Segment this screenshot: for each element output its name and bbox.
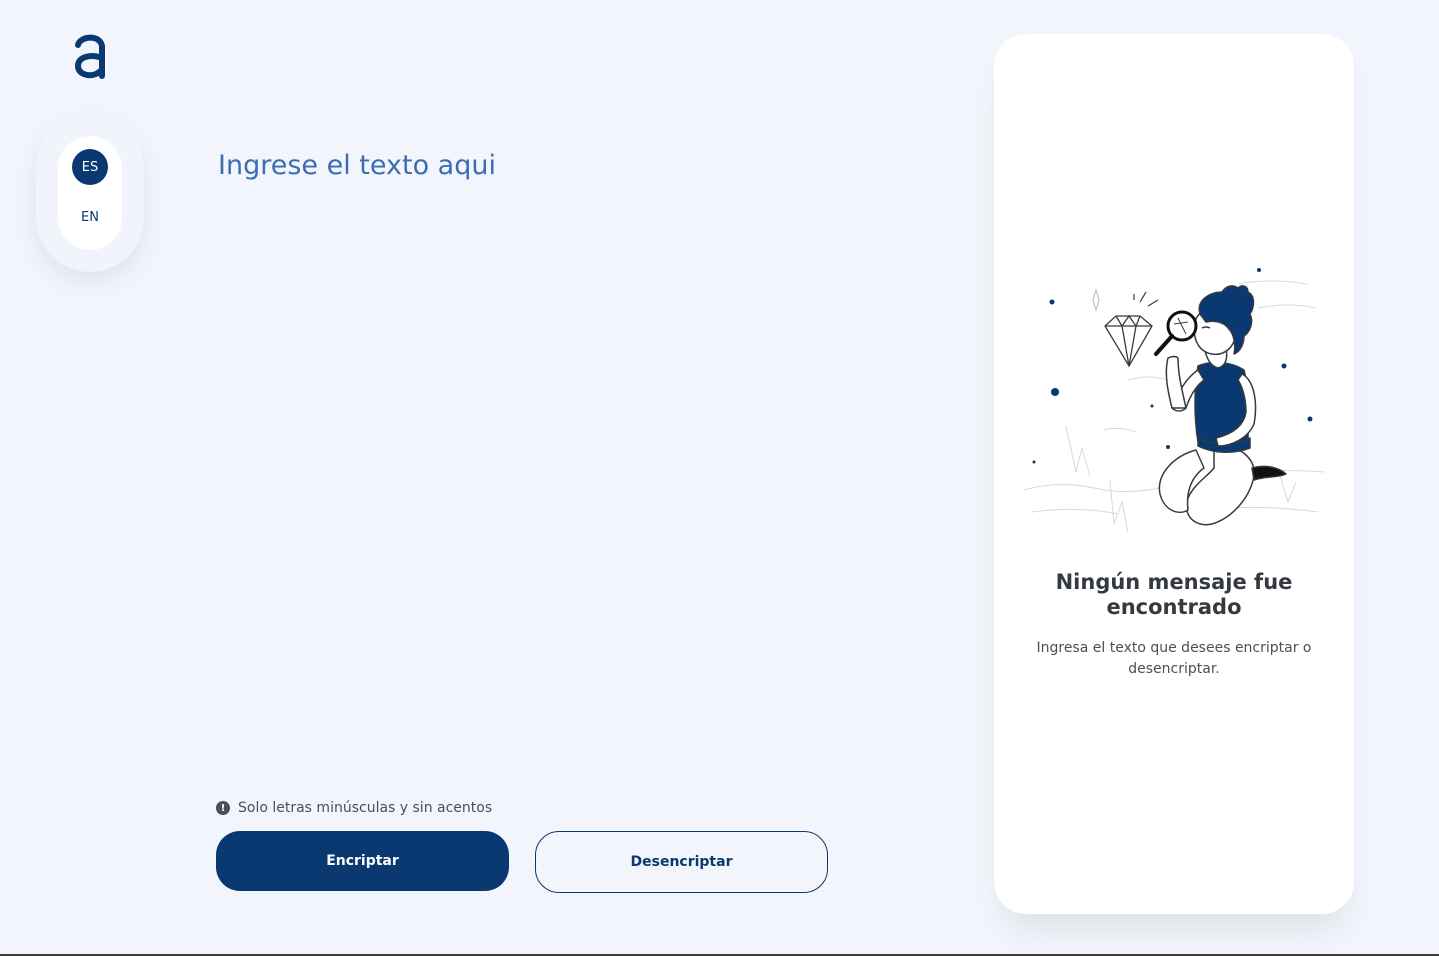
input-hint-text: Solo letras minúsculas y sin acentos (238, 800, 493, 816)
output-title: Ningún mensaje fue encontrado (1055, 570, 1293, 619)
person-with-magnifying-glass-illustration (1018, 262, 1330, 552)
brand-logo-icon (72, 32, 108, 80)
language-option-en[interactable]: EN (72, 199, 108, 235)
language-switcher-track: ES EN (58, 136, 122, 250)
decrypt-button[interactable]: Desencriptar (535, 831, 828, 893)
language-option-es[interactable]: ES (72, 149, 108, 185)
output-description: Ingresa el texto que desees encriptar o … (1036, 640, 1312, 677)
language-switcher: ES EN (36, 114, 144, 272)
exclamation-circle-icon: ! (216, 801, 230, 815)
message-input[interactable] (218, 150, 898, 770)
input-hint: ! Solo letras minúsculas y sin acentos (216, 800, 492, 816)
encrypt-button[interactable]: Encriptar (216, 831, 509, 891)
output-panel: Ningún mensaje fue encontrado Ingresa el… (994, 34, 1354, 914)
